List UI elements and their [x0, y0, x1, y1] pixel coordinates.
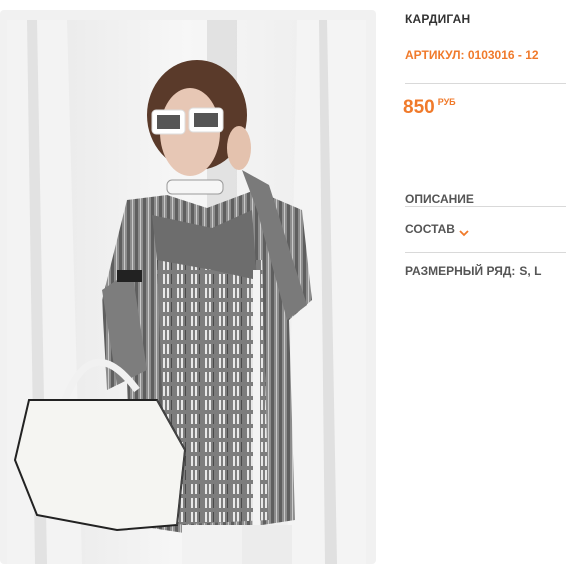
chevron-down-icon: [459, 226, 469, 236]
product-photo-card: [0, 10, 376, 564]
product-price: 850 РУБ: [403, 97, 456, 119]
composition-toggle[interactable]: СОСТАВ: [405, 222, 469, 236]
product-title: КАРДИГАН: [405, 12, 471, 26]
product-photo[interactable]: [7, 20, 366, 564]
divider: [405, 252, 566, 253]
size-range: РАЗМЕРНЫЙ РЯД: S, L: [405, 264, 541, 278]
description-tab[interactable]: ОПИСАНИЕ: [405, 192, 474, 206]
divider: [405, 83, 566, 84]
composition-label: СОСТАВ: [405, 222, 455, 236]
size-range-value: S, L: [519, 264, 542, 278]
price-value: 850: [403, 97, 435, 118]
size-range-label: РАЗМЕРНЫЙ РЯД:: [405, 264, 516, 278]
divider: [405, 206, 566, 207]
price-currency: РУБ: [437, 97, 456, 107]
product-sku: АРТИКУЛ: 0103016 - 12: [405, 48, 539, 62]
